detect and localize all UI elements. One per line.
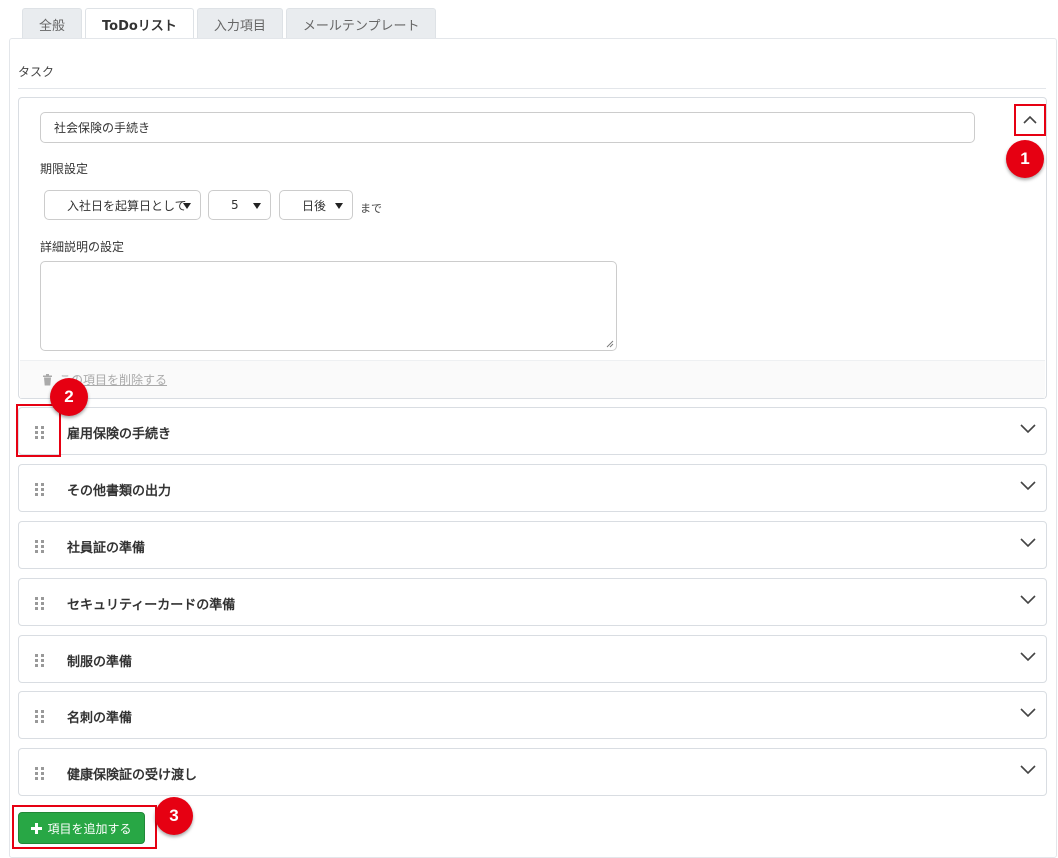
drag-handle-icon[interactable] (34, 482, 46, 496)
deadline-base-value: 入社日を起算日として (67, 198, 187, 213)
caret-down-icon (183, 203, 191, 209)
task-card[interactable]: セキュリティーカードの準備 (18, 578, 1047, 626)
tab-mail-template[interactable]: メールテンプレート (285, 8, 437, 39)
drag-handle-icon[interactable] (34, 653, 46, 667)
tab-input-items[interactable]: 入力項目 (196, 8, 283, 39)
chevron-down-icon[interactable] (1018, 761, 1038, 777)
chevron-down-icon[interactable] (1018, 704, 1038, 720)
annotation-badge-3: 3 (155, 797, 193, 835)
task-card[interactable]: 健康保険証の受け渡し (18, 748, 1047, 796)
collapse-button[interactable] (1014, 104, 1046, 136)
chevron-down-icon[interactable] (1018, 534, 1038, 550)
add-item-label: 項目を追加する (47, 821, 132, 836)
drag-handle-icon[interactable] (34, 766, 46, 780)
task-title: 社員証の準備 (67, 541, 146, 556)
tab-bar: 全般 ToDoリスト 入力項目 メールテンプレート (22, 8, 437, 40)
chevron-down-icon[interactable] (1018, 591, 1038, 607)
task-name-input[interactable] (40, 112, 975, 143)
resize-grip-icon[interactable] (606, 340, 614, 348)
deadline-unit-select[interactable]: 日後 (279, 190, 353, 220)
trash-icon (43, 373, 52, 385)
task-card[interactable]: その他書類の出力 (18, 464, 1047, 512)
chevron-down-icon[interactable] (1018, 648, 1038, 664)
deadline-number-select[interactable]: 5 (208, 190, 271, 220)
task-title: 雇用保険の手続き (67, 427, 172, 442)
task-card-footer: この項目を削除する (20, 360, 1045, 398)
until-text: まで (360, 202, 382, 215)
chevron-up-icon (1023, 115, 1037, 124)
section-title: タスク (18, 65, 55, 79)
task-title: 健康保険証の受け渡し (67, 768, 198, 783)
annotation-badge-2: 2 (50, 378, 88, 416)
chevron-down-icon[interactable] (1018, 477, 1038, 493)
task-title: 名刺の準備 (67, 711, 133, 726)
annotation-badge-1: 1 (1006, 140, 1044, 178)
task-card-expanded: 期限設定 入社日を起算日として 5 日後 まで 詳細説明の設定 この項目を削除す… (18, 97, 1047, 399)
drag-handle-icon[interactable] (34, 425, 46, 439)
task-card[interactable]: 制服の準備 (18, 635, 1047, 683)
tab-todo-list[interactable]: ToDoリスト (85, 8, 194, 40)
task-card[interactable]: 名刺の準備 (18, 691, 1047, 739)
task-title: その他書類の出力 (67, 484, 172, 499)
caret-down-icon (253, 203, 261, 209)
task-card[interactable]: 社員証の準備 (18, 521, 1047, 569)
deadline-label: 期限設定 (40, 162, 89, 176)
add-item-button[interactable]: 項目を追加する (18, 812, 145, 844)
chevron-down-icon[interactable] (1018, 420, 1038, 436)
plus-icon (31, 822, 43, 834)
description-label: 詳細説明の設定 (40, 240, 125, 254)
task-card[interactable]: 雇用保険の手続き (18, 407, 1047, 455)
drag-handle-icon[interactable] (34, 709, 46, 723)
deadline-number-value: 5 (231, 198, 239, 212)
drag-handle-icon[interactable] (34, 596, 46, 610)
description-textarea[interactable] (40, 261, 617, 351)
deadline-unit-value: 日後 (302, 198, 327, 213)
tab-general[interactable]: 全般 (22, 8, 83, 39)
task-title: セキュリティーカードの準備 (67, 598, 236, 613)
caret-down-icon (335, 203, 343, 209)
section-divider (18, 88, 1046, 89)
deadline-base-select[interactable]: 入社日を起算日として (44, 190, 201, 220)
drag-handle-icon[interactable] (34, 539, 46, 553)
task-title: 制服の準備 (67, 655, 133, 670)
